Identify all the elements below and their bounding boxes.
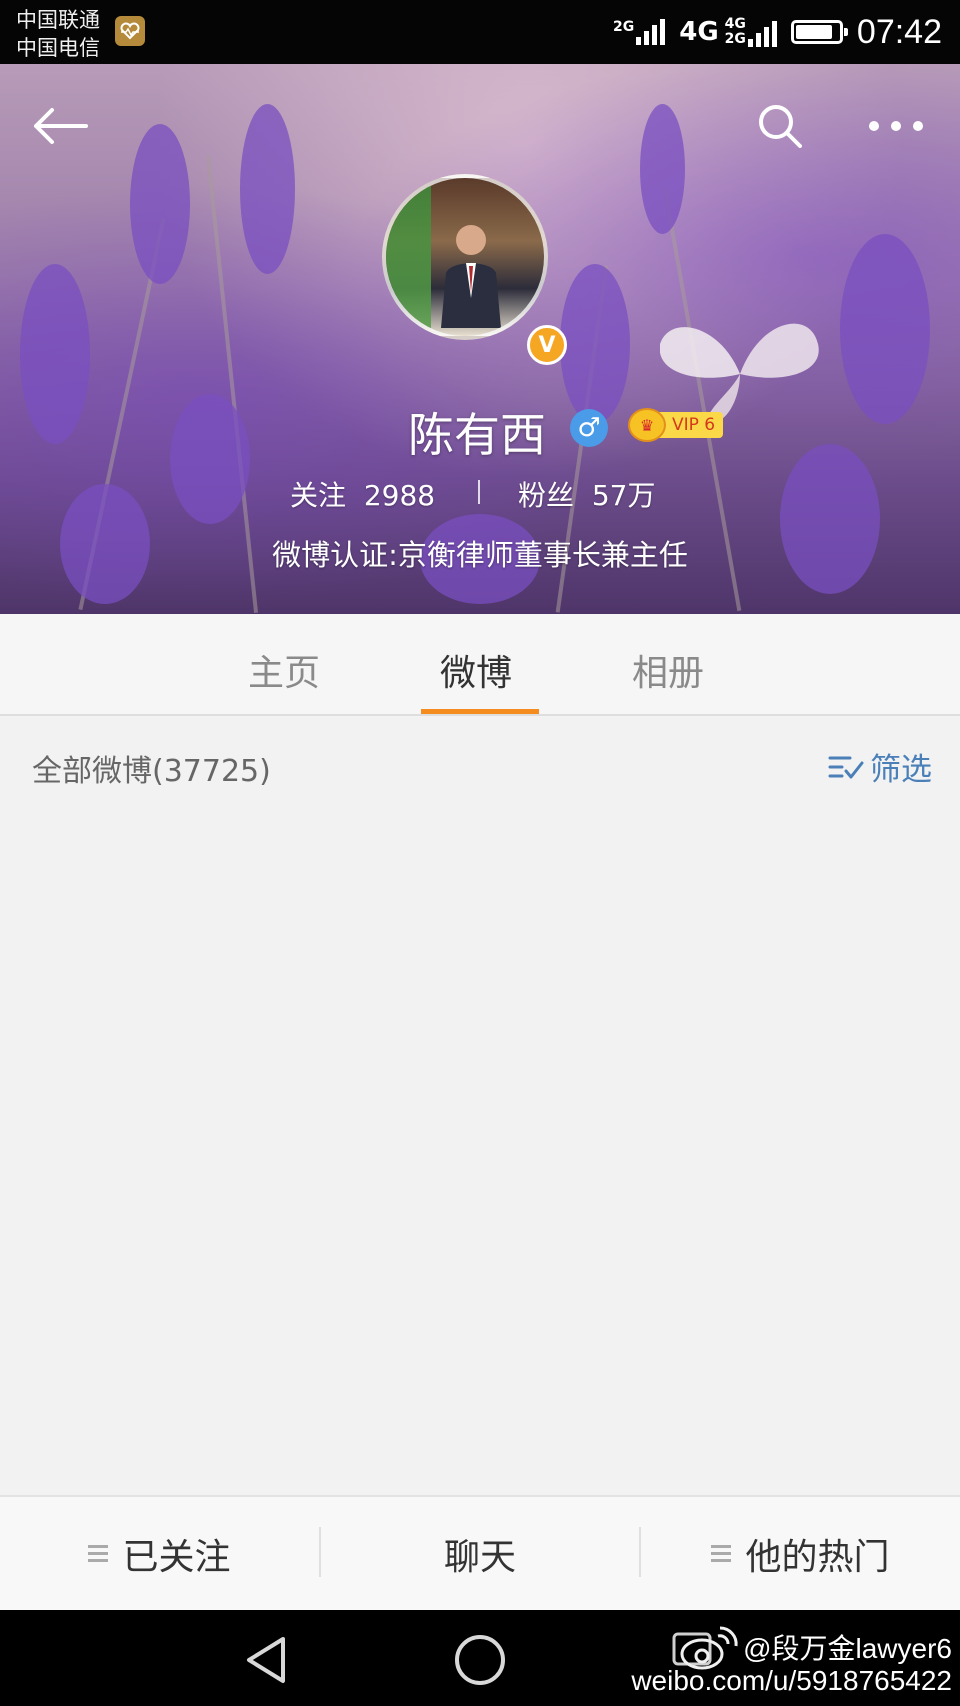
arrow-left-icon (34, 108, 88, 144)
profile-tabs: 主页 微博 相册 (0, 614, 960, 716)
followers-stat[interactable]: 粉丝 57万 (518, 474, 655, 514)
filter-list-icon (828, 756, 864, 778)
chat-label: 聊天 (443, 1536, 516, 1578)
followers-count: 57万 (591, 479, 656, 512)
following-label: 关注 (290, 479, 347, 512)
followed-button[interactable]: 已关注 (0, 1497, 319, 1610)
active-tab-indicator (421, 709, 539, 714)
menu-lines-icon (711, 1541, 732, 1566)
carrier-info: 中国联通 中国电信 (16, 6, 100, 62)
person-photo (441, 225, 501, 328)
followers-label: 粉丝 (518, 479, 575, 512)
watermark: @段万金lawyer6 weibo.com/u/5918765422 (631, 1633, 952, 1697)
signal-2g: 2G (613, 19, 666, 45)
back-button[interactable] (28, 94, 92, 158)
vip-label: VIP 6 (658, 412, 724, 438)
profile-stats: 关注 2988 粉丝 57万 (0, 474, 960, 514)
crown-icon: ♛ (628, 408, 666, 442)
feed-header: 全部微博(37725) 筛选 (0, 716, 960, 816)
tab-weibo[interactable]: 微博 (440, 644, 512, 696)
stats-divider (478, 480, 480, 504)
net-label-3: 4G 2G (725, 17, 746, 47)
bottom-action-bar: 已关注 聊天 他的热门 (0, 1495, 960, 1610)
circle-home-icon (455, 1635, 505, 1685)
profile-cover: V 陈有西 ♂ ♛ VIP 6 关注 2988 粉丝 57万 微博认证:京衡律师… (0, 64, 960, 614)
hot-posts-label: 他的热门 (745, 1536, 890, 1578)
signal-bars-icon (636, 19, 666, 45)
health-app-icon (115, 16, 145, 46)
tab-album[interactable]: 相册 (632, 644, 704, 696)
net-label-1: 2G (613, 19, 635, 35)
search-button[interactable] (748, 94, 812, 158)
vip-badge[interactable]: ♛ VIP 6 (628, 407, 724, 443)
status-bar: 中国联通 中国电信 2G 4G 4G 2G 07:42 (0, 0, 960, 64)
male-symbol-icon: ♂ (570, 409, 608, 447)
avatar[interactable] (382, 174, 548, 340)
watermark-handle: @段万金lawyer6 (743, 1633, 952, 1664)
menu-lines-icon (88, 1541, 109, 1566)
carrier-2: 中国电信 (16, 36, 100, 60)
net-label-3-top: 4G (724, 16, 746, 32)
verified-badge-icon: V (527, 325, 567, 365)
search-icon (759, 105, 802, 148)
triangle-back-icon (247, 1637, 285, 1683)
watermark-url: weibo.com/u/5918765422 (631, 1665, 952, 1696)
carrier-1: 中国联通 (16, 8, 100, 32)
more-button[interactable] (864, 94, 928, 158)
more-dots-icon (869, 121, 923, 131)
nav-home-button[interactable] (450, 1630, 510, 1690)
battery-level (795, 25, 832, 39)
signal-4g: 4G 4G 2G (679, 17, 777, 47)
followed-label: 已关注 (122, 1536, 231, 1578)
signal-bars-icon-2 (747, 21, 777, 47)
profile-name: 陈有西 (408, 408, 546, 462)
tab-home[interactable]: 主页 (248, 644, 320, 696)
verification-bio: 微博认证:京衡律师董事长兼主任 (272, 538, 688, 572)
chat-button[interactable]: 聊天 (321, 1497, 639, 1610)
filter-button[interactable]: 筛选 (828, 744, 932, 789)
nav-back-button[interactable] (236, 1630, 296, 1690)
net-label-3-bottom: 2G (724, 31, 746, 47)
net-label-2: 4G (679, 17, 719, 47)
post-count: 全部微博(37725) (32, 754, 271, 789)
hot-posts-button[interactable]: 他的热门 (641, 1497, 960, 1610)
following-stat[interactable]: 关注 2988 (290, 474, 435, 514)
filter-label: 筛选 (870, 752, 932, 788)
battery-icon (790, 20, 848, 44)
clock: 07:42 (856, 12, 942, 51)
following-count: 2988 (363, 479, 436, 512)
